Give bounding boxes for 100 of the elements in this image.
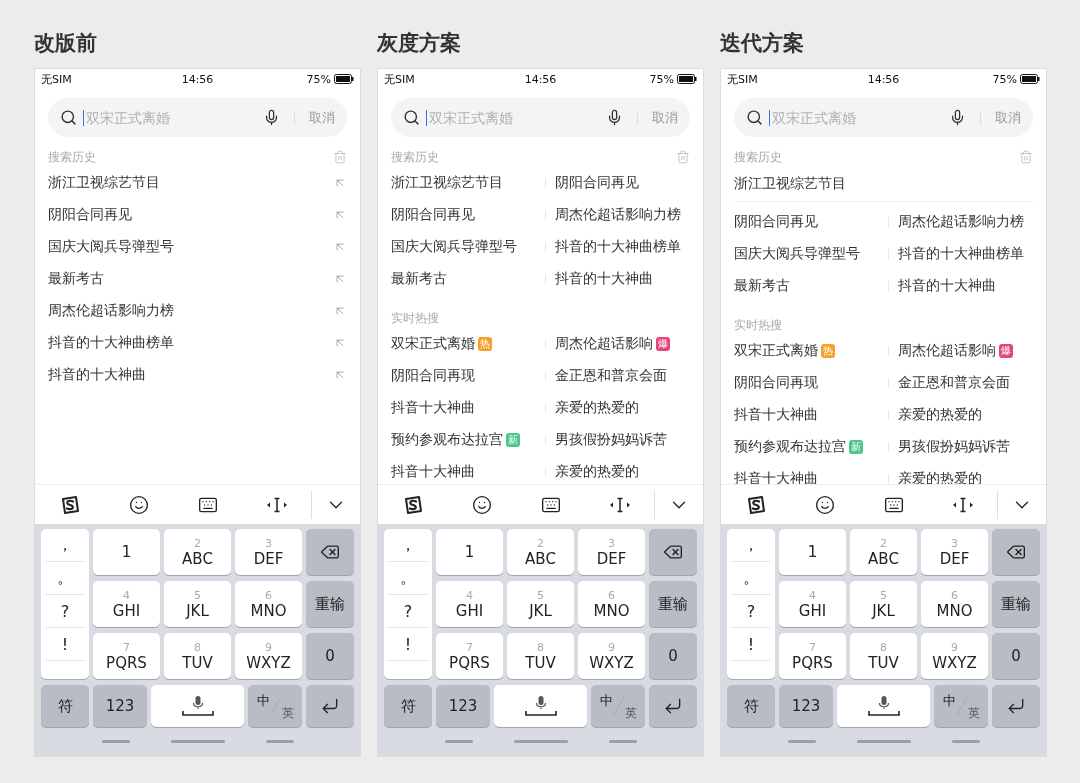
backspace-key[interactable]: [306, 529, 354, 575]
symbol-key[interactable]: !: [731, 628, 771, 662]
trending-term[interactable]: 亲爱的热爱的: [555, 463, 639, 481]
search-term[interactable]: 周杰伦超话影响力榜: [555, 206, 681, 224]
letter-key[interactable]: 9 WXYZ: [921, 633, 988, 679]
letter-key[interactable]: 8 TUV: [850, 633, 917, 679]
symbol-key[interactable]: ，: [731, 529, 771, 563]
symbols-key[interactable]: 符: [384, 685, 432, 727]
trending-term[interactable]: 亲爱的热爱的: [898, 406, 982, 424]
letter-key[interactable]: 8 TUV: [164, 633, 231, 679]
letter-key[interactable]: 5 JKL: [164, 581, 231, 627]
trending-term[interactable]: 双宋正式离婚: [734, 342, 818, 360]
trending-term[interactable]: 抖音十大神曲: [391, 399, 475, 417]
symbol-key[interactable]: !: [388, 628, 428, 662]
letter-key[interactable]: 9 WXYZ: [235, 633, 302, 679]
letter-key[interactable]: 1: [436, 529, 503, 575]
trending-term[interactable]: 抖音十大神曲: [391, 463, 475, 481]
search-term[interactable]: 抖音的十大神曲: [898, 277, 996, 295]
symbol-key[interactable]: ?: [45, 595, 85, 629]
symbol-key[interactable]: 。: [45, 562, 85, 596]
symbol-key[interactable]: 。: [731, 562, 771, 596]
search-term[interactable]: 最新考古: [734, 277, 790, 295]
trending-term[interactable]: 金正恩和普京会面: [555, 367, 667, 385]
search-term[interactable]: 浙江卫视综艺节目: [48, 174, 160, 192]
search-field[interactable]: 双宋正式离婚: [83, 109, 257, 126]
search-term[interactable]: 国庆大阅兵导弹型号: [734, 245, 860, 263]
search-term[interactable]: 国庆大阅兵导弹型号: [391, 238, 517, 256]
search-term[interactable]: 周杰伦超话影响力榜: [898, 213, 1024, 231]
symbol-key[interactable]: !: [45, 628, 85, 662]
search-term[interactable]: 阴阳合同再见: [391, 206, 475, 224]
letter-key[interactable]: 2 ABC: [164, 529, 231, 575]
search-term[interactable]: 国庆大阅兵导弹型号: [48, 238, 174, 256]
letter-key[interactable]: 6 MNO: [235, 581, 302, 627]
symbols-key[interactable]: 符: [41, 685, 89, 727]
function-key[interactable]: 重输: [992, 581, 1040, 627]
function-key[interactable]: 重输: [649, 581, 697, 627]
letter-key[interactable]: 7 PQRS: [93, 633, 160, 679]
symbol-key[interactable]: ?: [388, 595, 428, 629]
function-key[interactable]: 0: [306, 633, 354, 679]
symbol-key[interactable]: 。: [388, 562, 428, 596]
symbol-key[interactable]: ，: [45, 529, 85, 563]
emoji-icon[interactable]: [471, 494, 492, 515]
trending-term[interactable]: 阴阳合同再现: [391, 367, 475, 385]
language-key[interactable]: 中 英: [934, 685, 988, 727]
letter-key[interactable]: 2 ABC: [507, 529, 574, 575]
numbers-key[interactable]: 123: [93, 685, 147, 727]
letter-key[interactable]: 9 WXYZ: [578, 633, 645, 679]
trending-term[interactable]: 预约参观布达拉宫: [734, 438, 846, 456]
search-term[interactable]: 抖音的十大神曲: [48, 366, 146, 384]
letter-key[interactable]: 4 GHI: [93, 581, 160, 627]
function-key[interactable]: 0: [649, 633, 697, 679]
letter-key[interactable]: 8 TUV: [507, 633, 574, 679]
space-key[interactable]: [151, 685, 244, 727]
logo-icon[interactable]: [402, 494, 423, 515]
trending-term[interactable]: 预约参观布达拉宫: [391, 431, 503, 449]
trending-term[interactable]: 抖音十大神曲: [734, 406, 818, 424]
trending-term[interactable]: 周杰伦超话影响: [898, 342, 996, 360]
cursor-move-icon[interactable]: [265, 496, 288, 513]
search-term[interactable]: 阴阳合同再见: [734, 213, 818, 231]
microphone-icon[interactable]: [263, 109, 280, 126]
letter-key[interactable]: 5 JKL: [850, 581, 917, 627]
emoji-icon[interactable]: [128, 494, 149, 515]
search-term[interactable]: 阴阳合同再见: [555, 174, 639, 192]
search-term[interactable]: 阴阳合同再见: [48, 206, 132, 224]
letter-key[interactable]: 5 JKL: [507, 581, 574, 627]
search-term[interactable]: 抖音的十大神曲榜单: [898, 245, 1024, 263]
backspace-key[interactable]: [649, 529, 697, 575]
search-term[interactable]: 周杰伦超话影响力榜: [48, 302, 174, 320]
logo-icon[interactable]: [59, 494, 80, 515]
trending-term[interactable]: 男孩假扮妈妈诉苦: [555, 431, 667, 449]
letter-key[interactable]: 7 PQRS: [779, 633, 846, 679]
function-key[interactable]: 0: [992, 633, 1040, 679]
symbol-key[interactable]: ?: [731, 595, 771, 629]
numbers-key[interactable]: 123: [779, 685, 833, 727]
letter-key[interactable]: 2 ABC: [850, 529, 917, 575]
trending-term[interactable]: 亲爱的热爱的: [555, 399, 639, 417]
search-field[interactable]: 双宋正式离婚: [426, 109, 600, 126]
space-key[interactable]: [494, 685, 587, 727]
symbols-key[interactable]: 符: [727, 685, 775, 727]
trending-term[interactable]: 金正恩和普京会面: [898, 374, 1010, 392]
trending-term[interactable]: 男孩假扮妈妈诉苦: [898, 438, 1010, 456]
letter-key[interactable]: 6 MNO: [921, 581, 988, 627]
function-key[interactable]: 重输: [306, 581, 354, 627]
search-term[interactable]: 最新考古: [391, 270, 447, 288]
letter-key[interactable]: 7 PQRS: [436, 633, 503, 679]
emoji-icon[interactable]: [814, 494, 835, 515]
letter-key[interactable]: 3 DEF: [578, 529, 645, 575]
search-term[interactable]: 浙江卫视综艺节目: [734, 175, 846, 193]
search-term[interactable]: 抖音的十大神曲: [555, 270, 653, 288]
search-term[interactable]: 抖音的十大神曲榜单: [48, 334, 174, 352]
trending-term[interactable]: 周杰伦超话影响: [555, 335, 653, 353]
letter-key[interactable]: 6 MNO: [578, 581, 645, 627]
microphone-icon[interactable]: [949, 109, 966, 126]
search-term[interactable]: 浙江卫视综艺节目: [391, 174, 503, 192]
letter-key[interactable]: 3 DEF: [235, 529, 302, 575]
language-key[interactable]: 中 英: [248, 685, 302, 727]
cursor-move-icon[interactable]: [951, 496, 974, 513]
letter-key[interactable]: 4 GHI: [779, 581, 846, 627]
letter-key[interactable]: 1: [93, 529, 160, 575]
trending-term[interactable]: 双宋正式离婚: [391, 335, 475, 353]
